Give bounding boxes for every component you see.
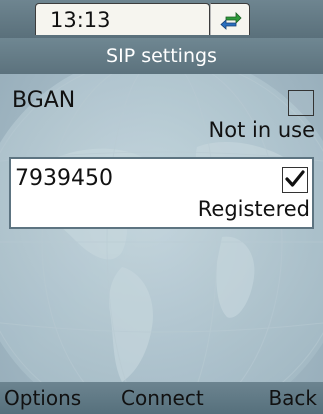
account-checkbox[interactable] bbox=[288, 90, 314, 116]
checkmark-icon bbox=[285, 170, 305, 187]
account-name: 7939450 bbox=[15, 166, 113, 191]
clock: 13:13 bbox=[35, 3, 210, 35]
back-softkey[interactable]: Back bbox=[268, 382, 317, 414]
softkey-bar: Options Connect Back bbox=[0, 382, 323, 414]
connection-status bbox=[210, 3, 250, 35]
connect-softkey[interactable]: Connect bbox=[121, 382, 204, 414]
sip-account-bgan[interactable]: BGAN Not in use bbox=[0, 84, 323, 154]
account-status: Registered bbox=[197, 197, 310, 221]
account-checkbox[interactable] bbox=[282, 167, 308, 193]
sync-arrows-icon bbox=[220, 12, 242, 30]
status-bar: 13:13 bbox=[0, 0, 323, 38]
account-name: BGAN bbox=[12, 88, 76, 113]
sip-account-7939450[interactable]: 7939450 Registered bbox=[9, 157, 314, 229]
options-softkey[interactable]: Options bbox=[4, 382, 81, 414]
phone-screen: 13:13 SIP settings BGAN Not in use 79394… bbox=[0, 0, 323, 414]
account-status: Not in use bbox=[208, 118, 315, 142]
page-title: SIP settings bbox=[0, 38, 323, 74]
